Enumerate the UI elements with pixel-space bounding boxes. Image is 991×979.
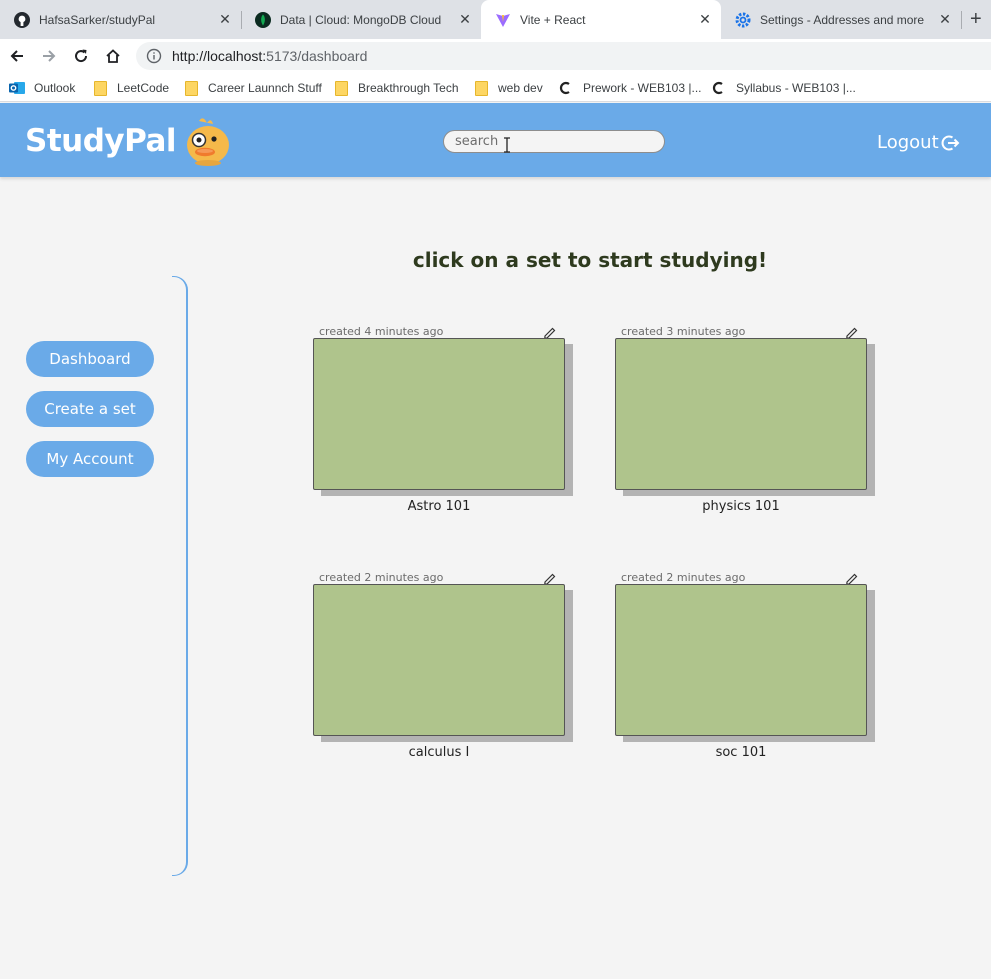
logout-label: Logout (877, 132, 939, 153)
bookmark-label: LeetCode (117, 81, 170, 95)
back-arrow-icon[interactable] (5, 44, 29, 68)
edit-pencil-icon[interactable] (845, 325, 859, 340)
brand-logo-text[interactable]: StudyPal (25, 123, 177, 159)
search-input[interactable] (443, 130, 665, 153)
bookmark-breakthrough[interactable]: Breakthrough Tech (333, 78, 459, 98)
bookmark-syllabus[interactable]: Syllabus - WEB103 |... (711, 78, 856, 98)
close-icon[interactable]: ✕ (217, 11, 233, 28)
logout-icon (941, 135, 960, 150)
bookmarks-bar: Outlook LeetCode Career Launnch Stuff Br… (0, 73, 991, 102)
home-icon[interactable] (101, 44, 125, 68)
folder-icon (92, 80, 108, 96)
set-card-face[interactable] (313, 338, 565, 490)
url-host: http://localhost: (172, 48, 267, 64)
info-icon[interactable] (146, 48, 162, 64)
logout-button[interactable]: Logout (877, 132, 960, 153)
set-name[interactable]: calculus I (313, 745, 565, 760)
app-header: StudyPal Logout (0, 103, 991, 177)
browser-tab[interactable]: HafsaSarker/studyPal ✕ (0, 0, 241, 39)
bookmark-label: web dev (498, 81, 543, 95)
reload-icon[interactable] (69, 44, 93, 68)
new-tab-plus-icon[interactable]: + (970, 8, 982, 31)
set-name[interactable]: Astro 101 (313, 499, 565, 514)
folder-icon (333, 80, 349, 96)
edit-pencil-icon[interactable] (543, 325, 557, 340)
edit-pencil-icon[interactable] (845, 571, 859, 586)
browser-toolbar: http://localhost:5173/dashboard (0, 39, 991, 73)
browser-tab[interactable]: Data | Cloud: MongoDB Cloud ✕ (241, 0, 481, 39)
forward-arrow-icon[interactable] (37, 44, 61, 68)
set-card-face[interactable] (615, 584, 867, 736)
set-card-face[interactable] (615, 338, 867, 490)
tab-title: Vite + React (520, 12, 586, 27)
codepath-icon (711, 80, 727, 96)
bookmark-prework[interactable]: Prework - WEB103 |... (558, 78, 701, 98)
browser-tab-active[interactable]: Vite + React ✕ (481, 0, 721, 39)
github-icon (14, 11, 30, 28)
bookmark-label: Breakthrough Tech (358, 81, 459, 95)
created-timestamp: created 2 minutes ago (621, 571, 746, 584)
browser-tab-strip: HafsaSarker/studyPal ✕ Data | Cloud: Mon… (0, 0, 991, 39)
page-title: click on a set to start studying! (412, 248, 768, 272)
close-icon[interactable]: ✕ (457, 11, 473, 28)
edit-pencil-icon[interactable] (543, 571, 557, 586)
set-card-face[interactable] (313, 584, 565, 736)
set-name[interactable]: soc 101 (615, 745, 867, 760)
folder-icon (473, 80, 489, 96)
vite-icon (495, 12, 511, 28)
browser-tab[interactable]: Settings - Addresses and more ✕ (721, 0, 961, 39)
duck-mascot-icon (183, 115, 233, 167)
created-timestamp: created 2 minutes ago (319, 571, 444, 584)
mongodb-leaf-icon (255, 11, 271, 28)
close-icon[interactable]: ✕ (697, 11, 713, 28)
created-timestamp: created 4 minutes ago (319, 325, 444, 338)
codepath-icon (558, 80, 574, 96)
tab-title: Data | Cloud: MongoDB Cloud (280, 12, 442, 27)
sidebar-divider (172, 276, 188, 876)
created-timestamp: created 3 minutes ago (621, 325, 746, 338)
sidebar-item-my-account[interactable]: My Account (26, 441, 154, 477)
sidebar-item-dashboard[interactable]: Dashboard (26, 341, 154, 377)
bookmark-leetcode[interactable]: LeetCode (92, 78, 169, 98)
bookmark-label: Career Launnch Stuff (208, 81, 322, 95)
sidebar-item-create-set[interactable]: Create a set (26, 391, 154, 427)
bookmark-career[interactable]: Career Launnch Stuff (183, 78, 322, 98)
bookmark-webdev[interactable]: web dev (473, 78, 543, 98)
bookmark-label: Outlook (34, 81, 76, 95)
bookmark-label: Prework - WEB103 |... (583, 81, 702, 95)
outlook-icon (9, 80, 25, 96)
folder-icon (183, 80, 199, 96)
settings-gear-icon (735, 12, 751, 28)
set-name[interactable]: physics 101 (615, 499, 867, 514)
text-cursor-icon (503, 137, 511, 153)
tab-title: HafsaSarker/studyPal (39, 12, 156, 27)
url-text: http://localhost:5173/dashboard (172, 48, 367, 64)
tab-title: Settings - Addresses and more (760, 12, 925, 27)
bookmark-outlook[interactable]: Outlook (9, 78, 75, 98)
close-icon[interactable]: ✕ (937, 11, 953, 28)
bookmark-label: Syllabus - WEB103 |... (736, 81, 856, 95)
address-bar[interactable]: http://localhost:5173/dashboard (136, 42, 991, 70)
tab-divider (961, 11, 962, 29)
url-path: 5173/dashboard (266, 48, 368, 64)
